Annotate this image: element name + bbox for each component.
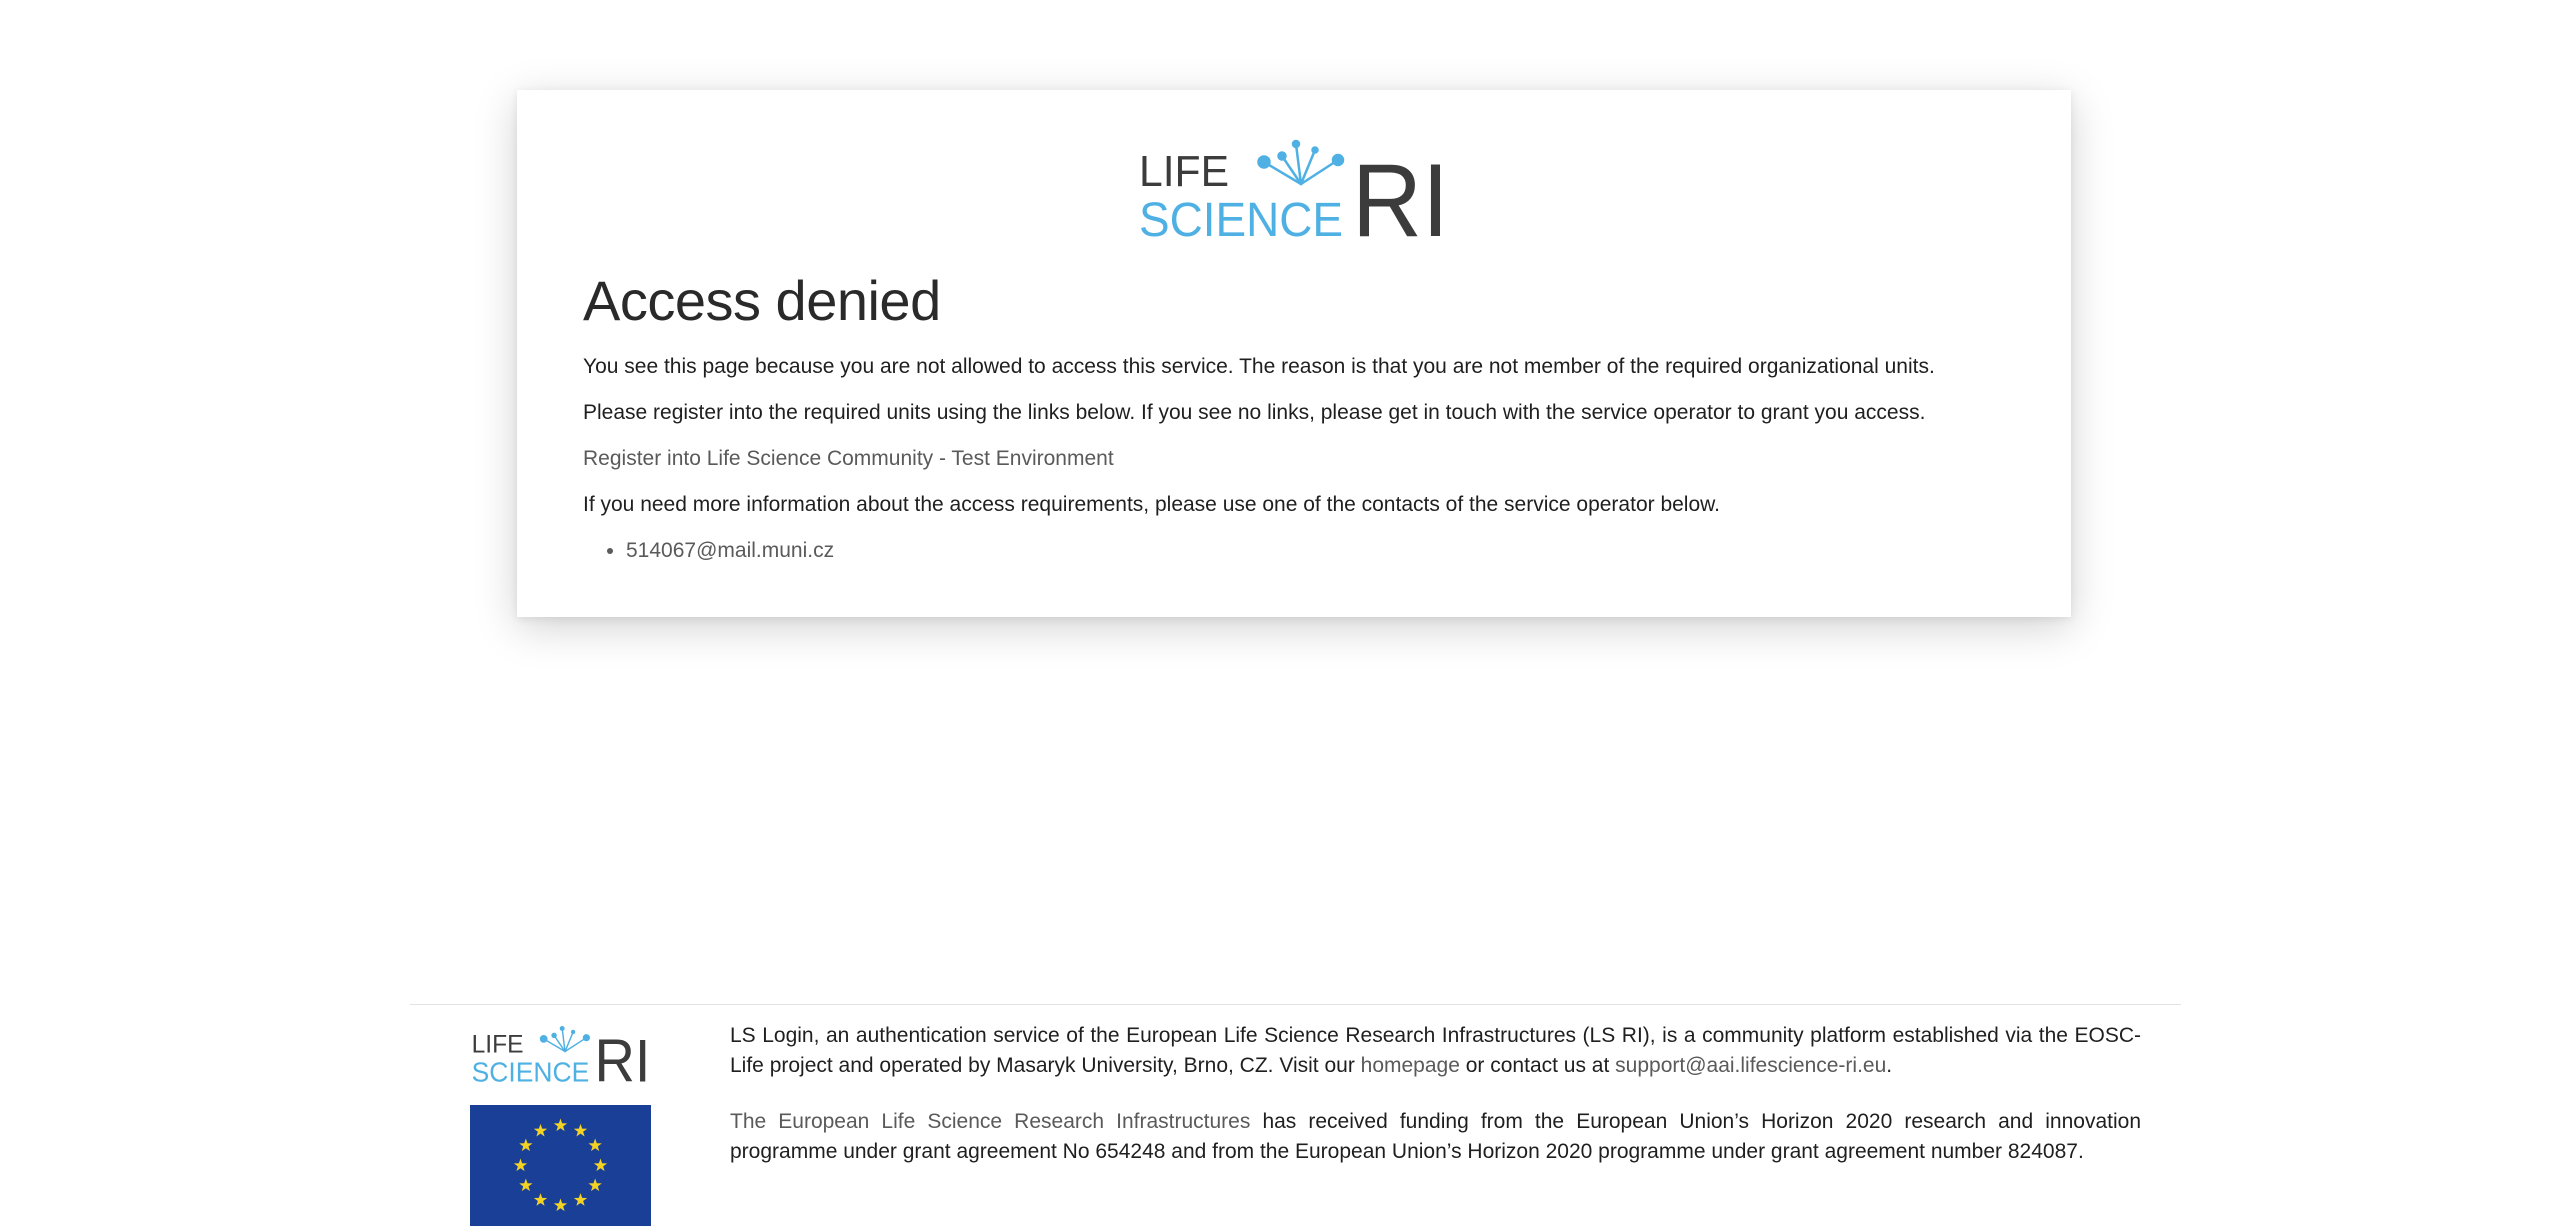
footer-dandelion-icon <box>539 1026 590 1053</box>
logo-life-text: LIFE <box>1139 147 1229 196</box>
footer: LIFE SCIENCE RI LS Login, an authenticat… <box>410 1004 2181 1226</box>
footer-about-middle: or contact us at <box>1459 1054 1616 1077</box>
footer-about-end: . <box>1886 1054 1893 1077</box>
eu-star-icon <box>588 1138 602 1152</box>
footer-life-science-ri-logo: LIFE SCIENCE RI <box>472 1026 650 1095</box>
homepage-link[interactable]: homepage <box>1361 1054 1460 1077</box>
footer-about: LS Login, an authentication service of t… <box>730 1021 2141 1081</box>
eu-star-icon <box>519 1138 533 1152</box>
footer-text: LS Login, an authentication service of t… <box>730 1021 2141 1193</box>
support-email-link[interactable]: support@aai.lifescience-ri.eu <box>1615 1054 1886 1077</box>
register-link[interactable]: Register into Life Science Community - T… <box>583 446 2005 472</box>
eu-stars <box>513 1118 608 1212</box>
eu-star-icon <box>588 1178 602 1192</box>
eu-star-icon <box>533 1123 548 1137</box>
eu-star-icon <box>533 1193 548 1206</box>
reason-paragraph: You see this page because you are not al… <box>583 354 1935 378</box>
eu-star-icon <box>573 1193 588 1206</box>
footer-logo-life-text: LIFE <box>472 1031 524 1059</box>
eu-flag-icon <box>470 1105 651 1226</box>
dandelion-icon <box>1257 139 1345 186</box>
contact-list: 514067@mail.muni.cz <box>583 538 2005 564</box>
page-title: Access denied <box>583 269 941 332</box>
contact-email-link[interactable]: 514067@mail.muni.cz <box>626 539 834 562</box>
contact-item: 514067@mail.muni.cz <box>626 538 2005 564</box>
footer-logo: LIFE SCIENCE RI <box>468 1025 654 1095</box>
access-denied-card: LIFE SCIENCE RI Access denied You see th… <box>517 90 2071 617</box>
eu-star-icon <box>593 1158 608 1172</box>
logo-science-text: SCIENCE <box>1139 194 1343 242</box>
life-science-ri-logo: LIFE SCIENCE RI <box>583 138 2005 242</box>
ls-ri-link[interactable]: The European Life Science Research Infra… <box>730 1110 1250 1133</box>
eu-star-icon <box>519 1178 533 1192</box>
footer-funding: The European Life Science Research Infra… <box>730 1107 2141 1167</box>
eu-star-icon <box>513 1158 528 1172</box>
eu-star-icon <box>553 1198 568 1212</box>
eu-star-icon <box>573 1123 588 1137</box>
page: LIFE SCIENCE RI Access denied You see th… <box>0 0 2551 1227</box>
contact-instructions: If you need more information about the a… <box>583 492 1720 516</box>
footer-logo-science-text: SCIENCE <box>472 1057 590 1085</box>
eu-star-icon <box>553 1118 568 1132</box>
life-science-ri-logo-mark: LIFE SCIENCE RI <box>1139 139 1449 242</box>
footer-logo-ri-text: RI <box>594 1028 650 1085</box>
logo-ri-text: RI <box>1352 143 1449 242</box>
register-instructions: Please register into the required units … <box>583 400 1926 424</box>
